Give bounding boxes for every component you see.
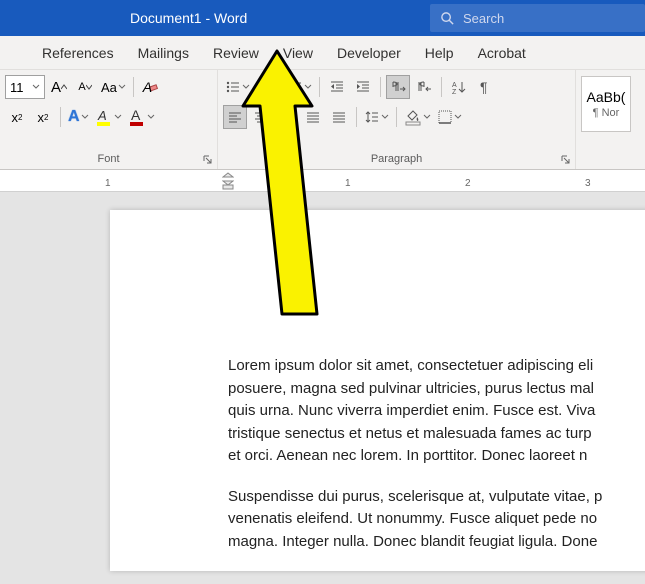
separator — [60, 107, 61, 127]
titlebar: Document1 - Word Search — [0, 0, 645, 36]
tab-help[interactable]: Help — [413, 36, 466, 69]
ltr-direction-button[interactable] — [386, 75, 410, 99]
decrease-indent-button[interactable] — [325, 75, 349, 99]
ltr-icon — [390, 79, 406, 95]
borders-icon — [437, 109, 453, 125]
font-color-button[interactable]: A — [126, 105, 157, 129]
decrease-indent-icon — [329, 79, 345, 95]
ribbon-content: 11 A A Aa A x2 x2 A A A Font — [0, 70, 645, 170]
bullets-button[interactable] — [223, 75, 252, 99]
increase-font-size-button[interactable]: A — [47, 75, 71, 99]
svg-text:Z: Z — [452, 89, 457, 95]
line-spacing-icon — [364, 109, 380, 125]
paragraph-dialog-launcher-icon[interactable] — [560, 154, 572, 166]
document-area: Lorem ipsum dolor sit amet, consectetuer… — [0, 192, 645, 584]
style-normal-preview[interactable]: AaBb( ¶ Nor — [581, 76, 631, 132]
font-size-input[interactable]: 11 — [5, 75, 45, 99]
ruler-number: 1 — [345, 178, 351, 189]
separator — [319, 77, 320, 97]
paragraph-text: Suspendisse dui purus, scelerisque at, v… — [228, 486, 645, 554]
align-right-button[interactable] — [275, 105, 299, 129]
separator — [356, 107, 357, 127]
search-box[interactable]: Search — [430, 4, 645, 32]
tab-references[interactable]: References — [0, 36, 126, 69]
group-label-paragraph: Paragraph — [223, 151, 570, 169]
ruler-number: 3 — [585, 178, 591, 189]
multilevel-list-icon — [287, 79, 303, 95]
pilcrow-icon: ¶ — [477, 79, 493, 95]
justify-icon — [305, 109, 321, 125]
ruler-number: 1 — [105, 178, 111, 189]
bullets-icon — [225, 79, 241, 95]
separator — [396, 107, 397, 127]
subscript-button[interactable]: x2 — [5, 105, 29, 129]
paragraph-text: Lorem ipsum dolor sit amet, consectetuer… — [228, 355, 645, 468]
separator — [380, 77, 381, 97]
align-left-button[interactable] — [223, 105, 247, 129]
svg-text:¶: ¶ — [480, 79, 488, 95]
separator — [133, 77, 134, 97]
tab-developer[interactable]: Developer — [325, 36, 413, 69]
svg-text:A: A — [452, 82, 457, 89]
text-effects-button[interactable]: A — [66, 105, 91, 129]
tab-review[interactable]: Review — [201, 36, 271, 69]
horizontal-ruler[interactable]: 1 1 2 3 — [0, 170, 645, 192]
increase-indent-icon — [355, 79, 371, 95]
document-page[interactable]: Lorem ipsum dolor sit amet, consectetuer… — [110, 210, 645, 571]
ribbon-tabs: References Mailings Review View Develope… — [0, 36, 645, 70]
numbering-icon: 123 — [256, 79, 272, 95]
font-dialog-launcher-icon[interactable] — [202, 154, 214, 166]
justify-button[interactable] — [301, 105, 325, 129]
shading-button[interactable] — [402, 105, 433, 129]
line-spacing-button[interactable] — [362, 105, 391, 129]
sort-icon: AZ — [451, 79, 467, 95]
change-case-button[interactable]: Aa — [99, 75, 128, 99]
increase-indent-button[interactable] — [351, 75, 375, 99]
document-title: Document1 - Word — [0, 10, 247, 26]
svg-text:A: A — [131, 107, 141, 123]
distribute-icon — [331, 109, 347, 125]
sort-button[interactable]: AZ — [447, 75, 471, 99]
group-paragraph: 123 AZ ¶ — [218, 70, 576, 169]
show-hide-marks-button[interactable]: ¶ — [473, 75, 497, 99]
separator — [441, 77, 442, 97]
multilevel-list-button[interactable] — [285, 75, 314, 99]
decrease-font-size-button[interactable]: A — [73, 75, 97, 99]
group-label-font: Font — [5, 151, 212, 169]
font-size-value: 11 — [10, 80, 24, 95]
clear-formatting-button[interactable]: A — [139, 75, 163, 99]
superscript-button[interactable]: x2 — [31, 105, 55, 129]
tab-view[interactable]: View — [271, 36, 325, 69]
distribute-button[interactable] — [327, 105, 351, 129]
svg-text:A: A — [97, 108, 107, 123]
rtl-direction-button[interactable] — [412, 75, 436, 99]
style-preview-label: ¶ Nor — [593, 107, 620, 119]
align-left-icon — [227, 109, 243, 125]
search-icon — [440, 11, 455, 26]
group-styles: AaBb( ¶ Nor — [576, 70, 636, 169]
search-placeholder: Search — [463, 11, 504, 26]
style-preview-text: AaBb( — [587, 89, 626, 105]
highlighter-icon: A — [95, 107, 113, 127]
tab-acrobat[interactable]: Acrobat — [466, 36, 538, 69]
highlight-button[interactable]: A — [93, 105, 124, 129]
font-color-icon: A — [128, 107, 146, 127]
svg-text:3: 3 — [257, 89, 260, 95]
align-right-icon — [279, 109, 295, 125]
chevron-down-icon — [32, 83, 40, 91]
paint-bucket-icon — [404, 108, 422, 126]
tab-mailings[interactable]: Mailings — [126, 36, 201, 69]
rtl-icon — [416, 79, 432, 95]
group-font: 11 A A Aa A x2 x2 A A A Font — [0, 70, 218, 169]
indent-marker-icon[interactable] — [222, 172, 234, 190]
borders-button[interactable] — [435, 105, 464, 129]
align-center-icon — [253, 109, 269, 125]
ruler-number: 2 — [465, 178, 471, 189]
align-center-button[interactable] — [249, 105, 273, 129]
numbering-button[interactable]: 123 — [254, 75, 283, 99]
